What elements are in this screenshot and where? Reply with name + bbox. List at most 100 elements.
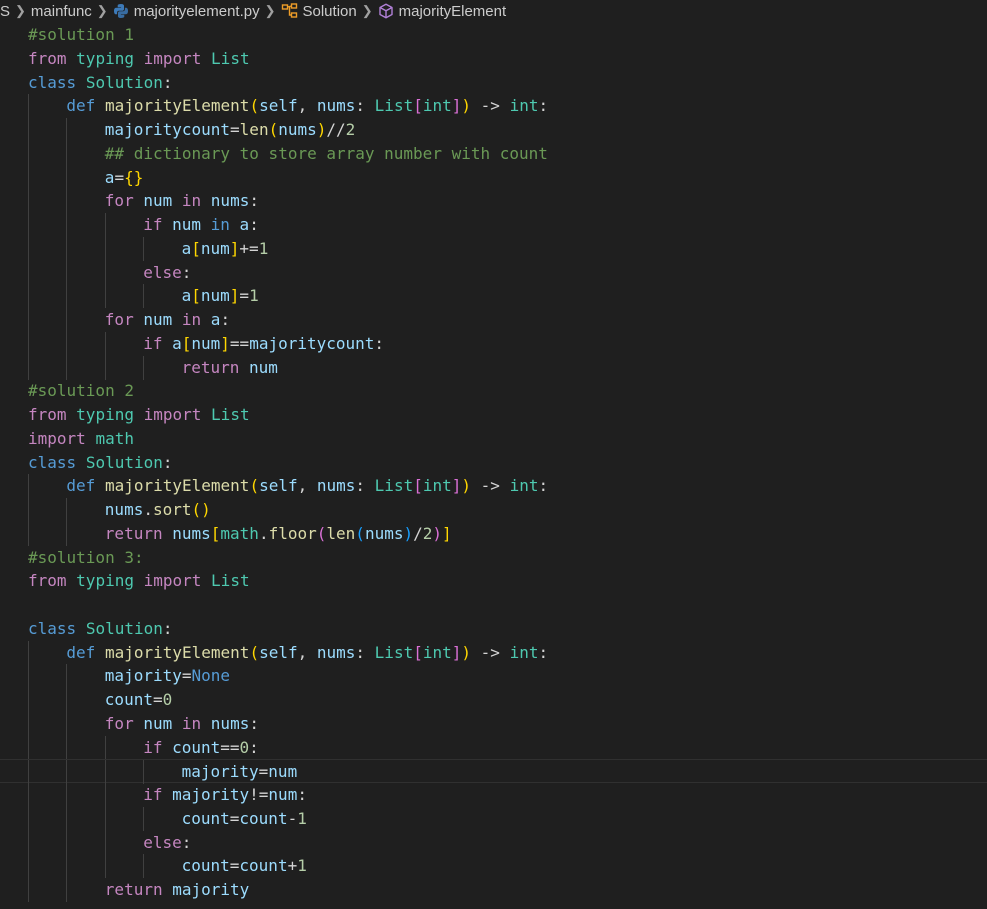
indent-guide: [66, 830, 68, 855]
code-token: num: [143, 191, 173, 211]
code-token: List: [211, 48, 250, 68]
code-line[interactable]: for num in nums:: [0, 711, 987, 736]
code-token: int: [509, 96, 539, 116]
indent-guide: [28, 806, 29, 831]
code-line[interactable]: #solution 3:: [0, 546, 987, 570]
breadcrumb-folder[interactable]: mainfunc: [31, 3, 92, 20]
code-line[interactable]: if majority!=num:: [0, 783, 987, 807]
code-token: :: [297, 785, 307, 804]
code-line[interactable]: def majorityElement(self, nums: List[int…: [0, 94, 987, 119]
code-line[interactable]: else:: [0, 260, 987, 285]
code-text: return majority: [105, 878, 250, 902]
code-token: ): [461, 476, 472, 496]
code-token: (: [249, 642, 260, 662]
code-line[interactable]: def majorityElement(self, nums: List[int…: [0, 474, 987, 499]
indent-guide: [28, 878, 29, 902]
breadcrumb-method[interactable]: majorityElement: [378, 3, 506, 20]
code-line[interactable]: count=0: [0, 688, 987, 712]
code-line[interactable]: class Solution:: [0, 71, 987, 95]
indent-guide: [66, 711, 68, 736]
code-line[interactable]: return num: [0, 355, 987, 380]
code-token: #solution 3:: [28, 547, 144, 567]
code-token: majorityElement: [104, 642, 250, 662]
code-line[interactable]: majority=num: [0, 759, 987, 785]
code-line[interactable]: a[num]+=1: [0, 236, 987, 261]
code-token: =: [229, 808, 240, 828]
code-line[interactable]: import math: [0, 427, 987, 451]
code-token: List: [211, 405, 250, 424]
code-token: :: [162, 452, 173, 472]
chevron-right-icon: ❯: [15, 3, 26, 18]
code-token: ->: [471, 476, 510, 496]
code-line[interactable]: [0, 593, 987, 617]
code-token: count: [181, 856, 230, 876]
code-token: count: [181, 808, 230, 828]
code-token: .: [143, 500, 153, 519]
code-line[interactable]: class Solution:: [0, 451, 987, 475]
code-line[interactable]: return majority: [0, 878, 987, 902]
code-editor[interactable]: #solution 1 from typing import List class …: [0, 23, 987, 909]
code-line[interactable]: from typing import List: [0, 47, 987, 71]
code-text: else:: [143, 261, 191, 285]
code-token: [: [210, 523, 221, 543]
code-text: count=0: [105, 688, 172, 712]
code-line[interactable]: nums.sort(): [0, 498, 987, 522]
code-line[interactable]: class Solution:: [0, 617, 987, 641]
indent-guide: [28, 308, 29, 332]
code-line[interactable]: if a[num]==majoritycount:: [0, 331, 987, 356]
code-line[interactable]: ## dictionary to store array number with…: [0, 141, 987, 166]
code-token: typing: [76, 48, 134, 68]
code-token: ): [461, 642, 472, 662]
code-text: return num: [182, 356, 278, 380]
code-token: majority: [172, 785, 250, 804]
indent-guide: [28, 331, 29, 356]
code-token: ]: [220, 333, 230, 353]
code-line[interactable]: count=count+1: [0, 854, 987, 879]
code-line[interactable]: from typing import List: [0, 569, 987, 593]
code-line[interactable]: for num in nums:: [0, 189, 987, 214]
code-token: /: [413, 523, 423, 543]
indent-guide: [28, 236, 29, 261]
code-token: class: [28, 618, 77, 638]
method-cube-icon: [378, 3, 394, 19]
indent-guide: [28, 830, 29, 855]
code-text: class Solution:: [28, 71, 173, 95]
code-token: num: [172, 215, 201, 234]
code-token: def: [66, 642, 96, 662]
breadcrumb-leading[interactable]: S: [0, 3, 10, 20]
code-text: count=count-1: [182, 807, 307, 831]
code-line[interactable]: from typing import List: [0, 403, 987, 427]
code-line[interactable]: if num in a:: [0, 213, 987, 237]
code-line[interactable]: #solution 2: [0, 379, 987, 403]
code-line[interactable]: a[num]=1: [0, 284, 987, 309]
code-line[interactable]: #solution 1: [0, 23, 987, 47]
code-token: =: [258, 762, 269, 782]
breadcrumb-file[interactable]: majorityelement.py: [113, 3, 260, 20]
code-line[interactable]: majority=None: [0, 664, 987, 689]
code-token: :: [249, 191, 259, 211]
code-line[interactable]: if count==0:: [0, 735, 987, 760]
python-file-icon: [113, 3, 129, 19]
code-line[interactable]: def majorityElement(self, nums: List[int…: [0, 640, 987, 665]
breadcrumb: S ❯ mainfunc ❯ majorityelement.py ❯ Solu…: [0, 0, 987, 22]
breadcrumb-class[interactable]: Solution: [281, 3, 357, 20]
code-token: majorityElement: [104, 476, 250, 496]
code-line[interactable]: majoritycount=len(nums)//2: [0, 118, 987, 142]
indent-guide: [28, 521, 29, 546]
code-line[interactable]: for num in a:: [0, 308, 987, 332]
code-token: [: [413, 476, 423, 496]
code-line[interactable]: a={}: [0, 165, 987, 190]
code-line[interactable]: count=count-1: [0, 806, 987, 831]
code-token: else: [143, 262, 182, 282]
code-line[interactable]: return nums[math.floor(len(nums)/2)]: [0, 521, 987, 546]
code-line[interactable]: else:: [0, 830, 987, 855]
